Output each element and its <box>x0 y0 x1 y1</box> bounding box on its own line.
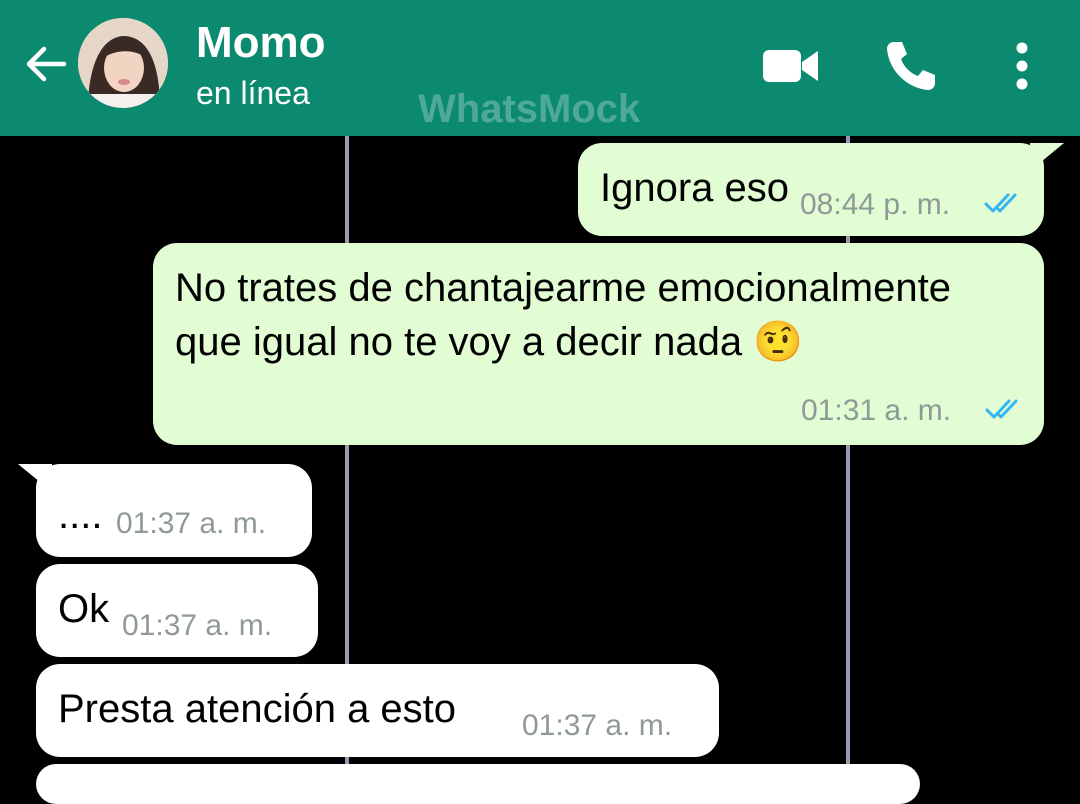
message-bubble-incoming[interactable]: Presta atención a esto 01:37 a. m. <box>36 664 719 757</box>
contact-status: en línea <box>196 75 310 111</box>
phone-icon[interactable] <box>880 36 940 96</box>
message-bubble-incoming[interactable]: .... 01:37 a. m. <box>36 464 312 557</box>
contact-avatar[interactable] <box>78 18 168 108</box>
message-time: 01:37 a. m. <box>116 507 267 540</box>
video-call-icon[interactable] <box>760 36 820 96</box>
read-ticks-icon <box>984 193 1017 213</box>
message-text: No trates de chantajearme emocionalmente… <box>175 266 951 364</box>
message-time: 01:37 a. m. <box>522 709 673 742</box>
chat-header: Momo en línea WhatsMock <box>0 0 1080 136</box>
message-text: Presta atención a esto <box>58 687 457 731</box>
message-bubble-incoming[interactable] <box>36 764 920 804</box>
more-vert-icon[interactable] <box>994 36 1050 96</box>
message-text: Ok <box>58 587 110 631</box>
read-ticks-icon <box>985 399 1018 419</box>
message-bubble-outgoing[interactable]: Ignora eso 08:44 p. m. <box>578 143 1044 236</box>
bubble-tail <box>1030 143 1064 171</box>
message-text: Ignora eso <box>600 166 790 210</box>
contact-name[interactable]: Momo <box>196 18 326 68</box>
message-text: .... <box>58 493 103 537</box>
message-time: 01:31 a. m. <box>801 394 952 427</box>
message-time: 01:37 a. m. <box>122 609 273 642</box>
watermark: WhatsMock <box>418 87 641 131</box>
message-time: 08:44 p. m. <box>800 188 951 221</box>
message-bubble-incoming[interactable]: Ok 01:37 a. m. <box>36 564 318 657</box>
back-arrow-icon[interactable] <box>20 38 72 90</box>
message-bubble-outgoing[interactable]: No trates de chantajearme emocionalmente… <box>153 243 1044 445</box>
